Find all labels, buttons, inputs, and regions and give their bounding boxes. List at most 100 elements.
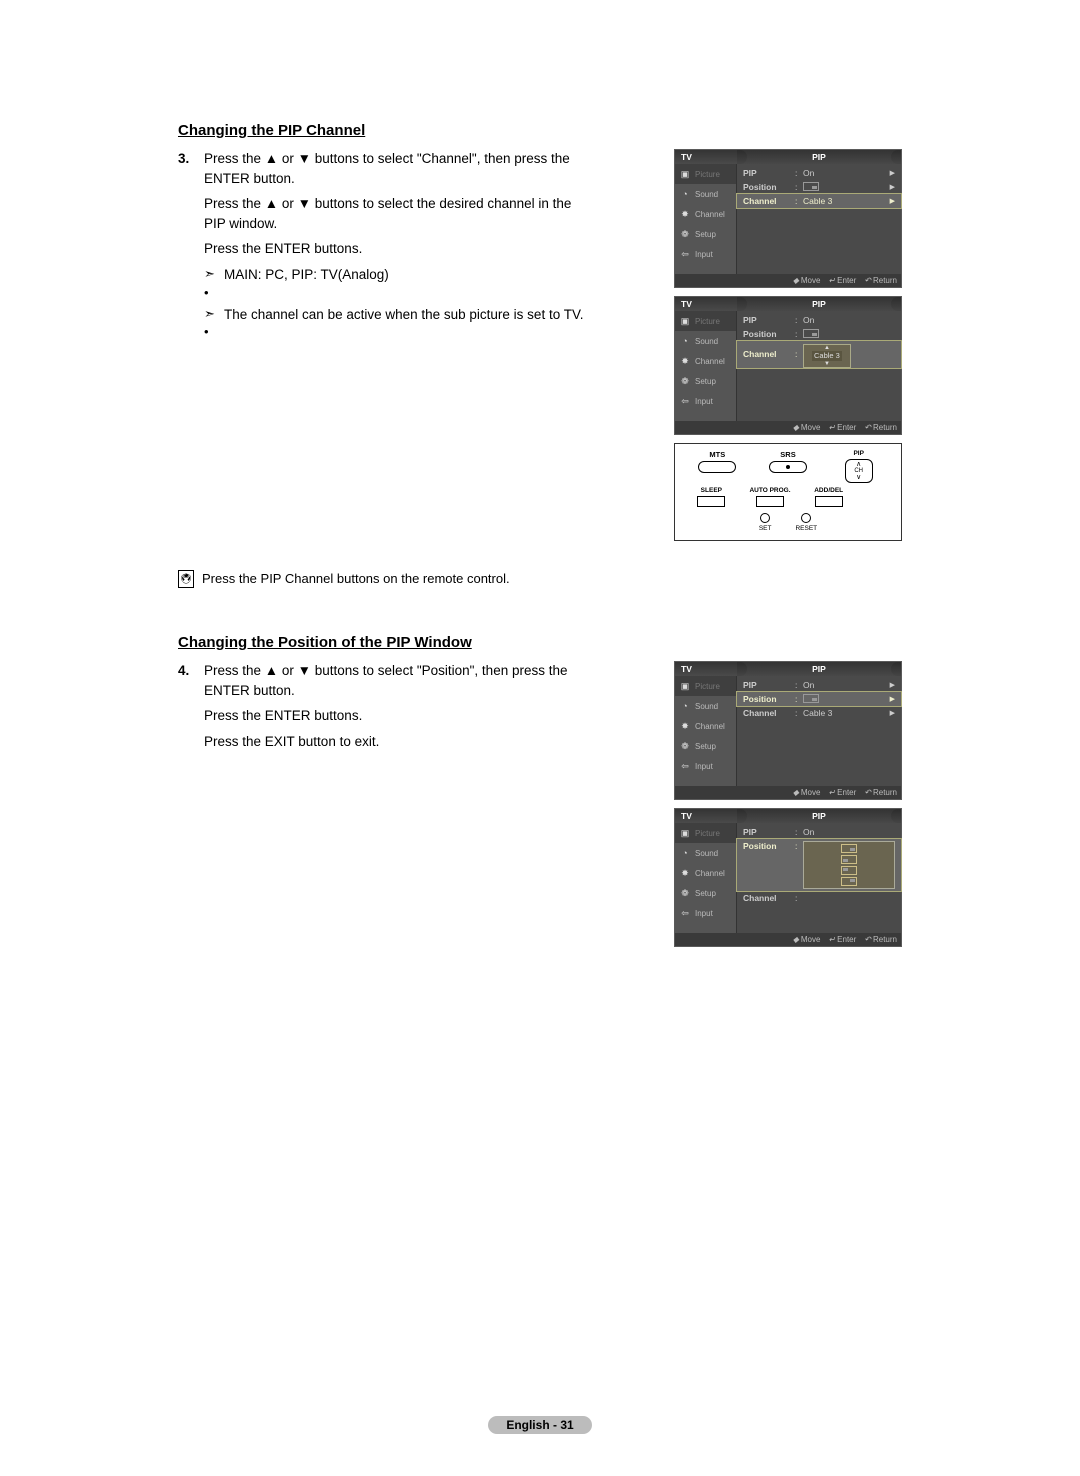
- picture-icon: ▣: [679, 168, 691, 180]
- osd-header-title: PIP: [737, 297, 901, 311]
- step-number: 3.: [178, 149, 194, 342]
- nav-channel[interactable]: ✸Channel: [675, 863, 736, 883]
- remote-icon: 🖲: [178, 570, 194, 588]
- position-icon: [803, 694, 819, 703]
- step-text: Press the ▲ or ▼ buttons to select the d…: [204, 194, 596, 233]
- position-option-tl[interactable]: [841, 866, 857, 875]
- note-line: ➣ • The channel can be active when the s…: [204, 305, 596, 343]
- nav-input[interactable]: ⇦Input: [675, 903, 736, 923]
- page-footer: English - 31: [0, 1416, 1080, 1434]
- osd-header-tv: TV: [675, 297, 737, 311]
- content-row: 3. Press the ▲ or ▼ buttons to select "C…: [178, 149, 902, 541]
- step-number: 4.: [178, 661, 194, 757]
- osd-header-tv: TV: [675, 150, 737, 164]
- nav-sound[interactable]: ◔Sound: [675, 843, 736, 863]
- osd-row-pip[interactable]: PIP: On: [737, 313, 901, 327]
- position-option-bl[interactable]: [841, 855, 857, 864]
- osd-row-channel[interactable]: Channel: Cable 3 ▶: [737, 194, 901, 208]
- osd-row-channel[interactable]: Channel:: [737, 891, 901, 905]
- nav-input[interactable]: ⇦Input: [675, 391, 736, 411]
- step-text: Press the ENTER buttons.: [204, 239, 596, 259]
- input-icon: ⇦: [679, 248, 691, 260]
- text-column: 3. Press the ▲ or ▼ buttons to select "C…: [178, 149, 596, 541]
- step-text: Press the EXIT button to exit.: [204, 732, 596, 752]
- nav-picture[interactable]: ▣Picture: [675, 676, 736, 696]
- osd-row-position-picker[interactable]: Position:: [737, 839, 901, 891]
- nav-channel[interactable]: ✸Channel: [675, 716, 736, 736]
- osd-row-position[interactable]: Position:: [737, 327, 901, 341]
- remote-srs-button[interactable]: [769, 461, 807, 473]
- nav-sound[interactable]: ◔Sound: [675, 331, 736, 351]
- osd-row-pip[interactable]: PIP: On: [737, 825, 901, 839]
- remote-pip-ch-button[interactable]: ∧ CH ∨: [845, 459, 873, 483]
- position-option-tr[interactable]: [841, 877, 857, 886]
- osd-nav: ▣Picture ◔Sound ✸Channel ❁Setup ⇦Input: [675, 164, 737, 274]
- remote-autoprog-button[interactable]: [756, 496, 784, 507]
- osd-menu: TV PIP ▣Picture ◔Sound ✸Channel ❁Setup ⇦…: [674, 808, 902, 947]
- osd-menu: TV PIP ▣Picture ◔Sound ✸Channel ❁Setup ⇦…: [674, 661, 902, 800]
- note-text: MAIN: PC, PIP: TV(Analog): [224, 265, 389, 285]
- osd-column: TV PIP ▣Picture ◔Sound ✸Channel ❁Setup ⇦…: [674, 149, 902, 541]
- nav-sound[interactable]: ◔Sound: [675, 696, 736, 716]
- osd-footer: ◆Move ↵Enter ↶Return: [675, 274, 901, 287]
- channel-spinner[interactable]: ▲ Cable 3 ▼: [803, 344, 851, 368]
- osd-row-channel[interactable]: Channel: Cable 3 ▶: [737, 706, 901, 720]
- chevron-up-icon: ∧: [856, 461, 861, 468]
- position-option-br[interactable]: [841, 844, 857, 853]
- sound-icon: ◔: [679, 188, 691, 200]
- remote-sleep-button[interactable]: [697, 496, 725, 507]
- chevron-right-icon: ▶: [890, 197, 895, 205]
- nav-setup[interactable]: ❁Setup: [675, 736, 736, 756]
- bullet-icon: ➣ •: [204, 305, 218, 343]
- section-title: Changing the Position of the PIP Window: [178, 634, 902, 651]
- section-title: Changing the PIP Channel: [178, 122, 902, 139]
- position-icon: [803, 329, 819, 338]
- remote-adddel-button[interactable]: [815, 496, 843, 507]
- remote-note-text: Press the PIP Channel buttons on the rem…: [202, 571, 510, 586]
- nav-sound[interactable]: ◔Sound: [675, 184, 736, 204]
- return-icon: ↶: [864, 276, 871, 285]
- nav-picture[interactable]: ▣Picture: [675, 823, 736, 843]
- setup-icon: ❁: [679, 228, 691, 240]
- step-4: 4. Press the ▲ or ▼ buttons to select "P…: [178, 661, 596, 757]
- nav-picture[interactable]: ▣Picture: [675, 311, 736, 331]
- page-number: English - 31: [488, 1416, 591, 1434]
- osd-row-pip[interactable]: PIP: On ▶: [737, 678, 901, 692]
- move-icon: ◆: [793, 276, 799, 285]
- enter-icon: ↵: [828, 276, 835, 285]
- nav-picture[interactable]: ▣Picture: [675, 164, 736, 184]
- step-text: Press the ENTER buttons.: [204, 706, 596, 726]
- nav-setup[interactable]: ❁Setup: [675, 883, 736, 903]
- remote-note-row: 🖲 Press the PIP Channel buttons on the r…: [178, 569, 902, 588]
- bullet-icon: ➣ •: [204, 265, 218, 303]
- remote-mts-button[interactable]: [698, 461, 736, 473]
- remote-reset-button[interactable]: [801, 513, 811, 523]
- nav-channel[interactable]: ✸Channel: [675, 351, 736, 371]
- nav-setup[interactable]: ❁Setup: [675, 371, 736, 391]
- osd-row-pip[interactable]: PIP: On ▶: [737, 166, 901, 180]
- osd-menu: TV PIP ▣Picture ◔Sound ✸Channel ❁Setup ⇦…: [674, 149, 902, 288]
- chevron-down-icon: ∨: [856, 474, 861, 481]
- nav-setup[interactable]: ❁Setup: [675, 224, 736, 244]
- step-text: Press the ▲ or ▼ buttons to select "Chan…: [204, 149, 596, 188]
- note-text: The channel can be active when the sub p…: [224, 305, 583, 325]
- osd-header-title: PIP: [737, 150, 901, 164]
- section-changing-pip-channel: Changing the PIP Channel 3. Press the ▲ …: [178, 122, 902, 588]
- step-3: 3. Press the ▲ or ▼ buttons to select "C…: [178, 149, 596, 342]
- note-line: ➣ • MAIN: PC, PIP: TV(Analog): [204, 265, 596, 303]
- channel-icon: ✸: [679, 208, 691, 220]
- nav-input[interactable]: ⇦Input: [675, 756, 736, 776]
- remote-panel: MTS SRS PIP ∧ CH ∨ SLEEP AUTO PROG.: [674, 443, 902, 541]
- chevron-down-icon: ▼: [824, 361, 830, 367]
- position-icon: [803, 182, 819, 191]
- osd-row-position[interactable]: Position: ▶: [737, 692, 901, 706]
- step-text: Press the ▲ or ▼ buttons to select "Posi…: [204, 661, 596, 700]
- nav-channel[interactable]: ✸Channel: [675, 204, 736, 224]
- osd-row-channel-spinner[interactable]: Channel: ▲ Cable 3 ▼: [737, 341, 901, 368]
- remote-set-button[interactable]: [760, 513, 770, 523]
- nav-input[interactable]: ⇦Input: [675, 244, 736, 264]
- osd-row-position[interactable]: Position: ▶: [737, 180, 901, 194]
- position-picker[interactable]: [803, 841, 895, 889]
- chevron-right-icon: ▶: [890, 183, 895, 191]
- section-changing-pip-position: Changing the Position of the PIP Window …: [178, 634, 902, 955]
